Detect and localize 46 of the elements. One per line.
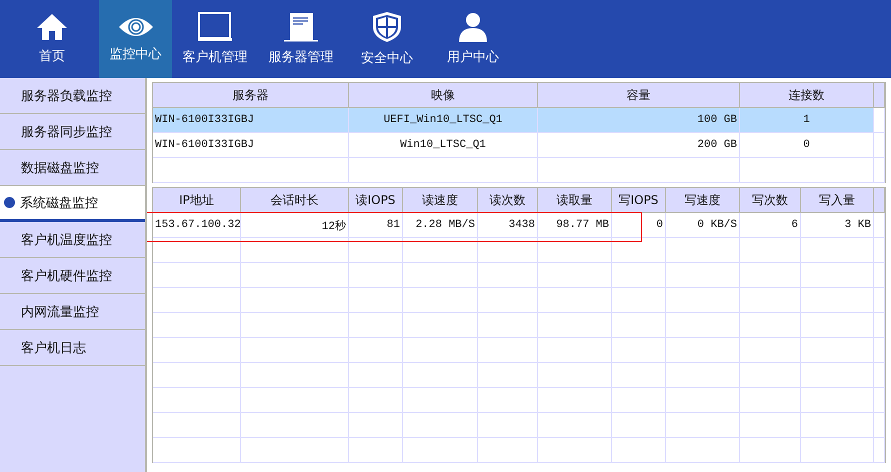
eye-icon [118,15,154,39]
shield-icon [371,11,403,43]
nav-tab[interactable]: 客户机管理 [172,0,258,78]
table-cell: 2.28 MB/S [403,213,478,238]
table-cell: WIN-6100I33IGBJ [153,133,349,158]
column-header: 连接数 [740,83,874,108]
table-cell: 12秒 [241,213,349,238]
table-cell: WIN-6100I33IGBJ [153,108,349,133]
column-header: 写速度 [666,188,740,213]
nav-tab[interactable]: 首页 [5,0,99,78]
table-cell: 200 GB [538,133,740,158]
table-cell: 1 [740,108,874,133]
column-header: 会话时长 [241,188,349,213]
column-header: 服务器 [153,83,349,108]
sidebar-item[interactable]: 系统磁盘监控 [0,186,145,222]
table-cell: 0 [740,133,874,158]
column-header: 读次数 [478,188,538,213]
column-header: 读IOPS [349,188,403,213]
table-cell: 100 GB [538,108,740,133]
table-cell: 3 KB [801,213,874,238]
column-header: 写次数 [740,188,801,213]
user-icon [458,12,488,42]
nav-tab[interactable]: 监控中心 [99,0,172,78]
nav-tab[interactable]: 服务器管理 [258,0,344,78]
column-header: 写入量 [801,188,874,213]
home-icon [36,13,68,41]
selected-dot-icon [4,197,15,208]
table-cell: 3438 [478,213,538,238]
table-cell: 6 [740,213,801,238]
column-header: 读速度 [403,188,478,213]
column-header: 映像 [349,83,538,108]
column-header: 写IOPS [612,188,666,213]
table-cell: 153.67.100.32 [153,213,241,238]
server-icon [284,12,318,42]
column-header: IP地址 [153,188,241,213]
table-cell: 81 [349,213,403,238]
table-cell: 0 KB/S [666,213,740,238]
nav-tab[interactable]: 安全中心 [344,0,430,78]
monitor-icon [198,12,232,42]
column-header: 读取量 [538,188,612,213]
column-header: 容量 [538,83,740,108]
table-cell: UEFI_Win10_LTSC_Q1 [349,108,538,133]
nav-tab[interactable]: 用户中心 [430,0,516,78]
table-cell: 0 [612,213,666,238]
table-cell: 98.77 MB [538,213,612,238]
table-cell: Win10_LTSC_Q1 [349,133,538,158]
